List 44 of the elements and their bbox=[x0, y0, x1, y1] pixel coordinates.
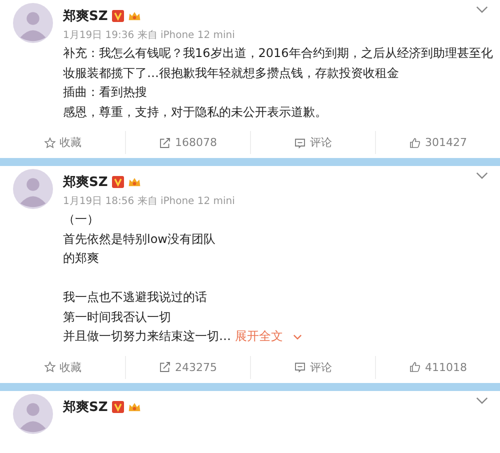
avatar-icon[interactable] bbox=[13, 394, 53, 434]
post-text: 首先依然是特别low没有团队 bbox=[63, 230, 216, 248]
crown-badge-icon bbox=[128, 10, 141, 22]
chevron-down-icon[interactable] bbox=[476, 6, 488, 13]
post-text: 的郑爽 bbox=[63, 250, 100, 267]
post-text: 插曲：看到热搜 bbox=[63, 84, 148, 101]
verified-badge-icon bbox=[112, 176, 124, 188]
crown-badge-icon bbox=[128, 400, 141, 412]
chevron-down-icon[interactable] bbox=[476, 396, 488, 404]
star-icon bbox=[44, 136, 56, 148]
author-name[interactable]: 郑爽SZ bbox=[63, 173, 108, 191]
avatar-icon[interactable] bbox=[13, 169, 53, 209]
post-text: 并且做一切努力来结束这一切… bbox=[63, 328, 231, 345]
verified-badge-icon bbox=[112, 400, 124, 412]
comment-button[interactable]: 评论 bbox=[250, 356, 375, 378]
post-text: 第一时间我否认一切 bbox=[63, 308, 172, 326]
star-button[interactable]: 收藏 bbox=[0, 131, 125, 154]
expand-link[interactable]: 展开全文 bbox=[235, 327, 283, 346]
post-meta: 1月19日 18:56 来自 iPhone 12 mini bbox=[63, 194, 236, 208]
avatar-icon[interactable] bbox=[13, 3, 53, 43]
post-text: （一） bbox=[63, 211, 100, 228]
share-button[interactable]: 168078 bbox=[125, 131, 250, 154]
like-button[interactable]: 301427 bbox=[375, 131, 500, 154]
star-button[interactable]: 收藏 bbox=[0, 356, 125, 378]
share-icon bbox=[159, 361, 171, 373]
share-icon bbox=[159, 136, 171, 148]
post-text: 感恩，尊重，支持，对于隐私的未公开表示道歉。 bbox=[63, 104, 328, 120]
comment-button[interactable]: 评论 bbox=[250, 131, 375, 154]
post-meta: 1月19日 19:36 来自 iPhone 12 mini bbox=[63, 28, 236, 42]
thumbs-up-icon bbox=[409, 361, 421, 373]
star-icon bbox=[44, 361, 56, 373]
chevron-down-icon[interactable] bbox=[293, 334, 302, 340]
thumbs-up-icon bbox=[409, 136, 421, 148]
share-button[interactable]: 243275 bbox=[125, 356, 250, 378]
crown-badge-icon bbox=[128, 176, 141, 188]
post-text: 我一点也不逃避我说过的话 bbox=[63, 289, 208, 306]
comment-icon bbox=[294, 136, 306, 148]
post-text: 补充：我怎么有钱呢？我16岁出道，2016年合约到期，之后从经济到助理甚至化妆服装都揽下了…很抱歉我年轻就想多攒点钱，存款投资收租金 bbox=[63, 45, 494, 82]
like-button[interactable]: 411018 bbox=[375, 356, 500, 378]
comment-icon bbox=[294, 361, 306, 373]
author-name[interactable]: 郑爽SZ bbox=[63, 398, 108, 416]
verified-badge-icon bbox=[112, 10, 124, 22]
author-name[interactable]: 郑爽SZ bbox=[63, 7, 108, 25]
chevron-down-icon[interactable] bbox=[476, 172, 488, 179]
